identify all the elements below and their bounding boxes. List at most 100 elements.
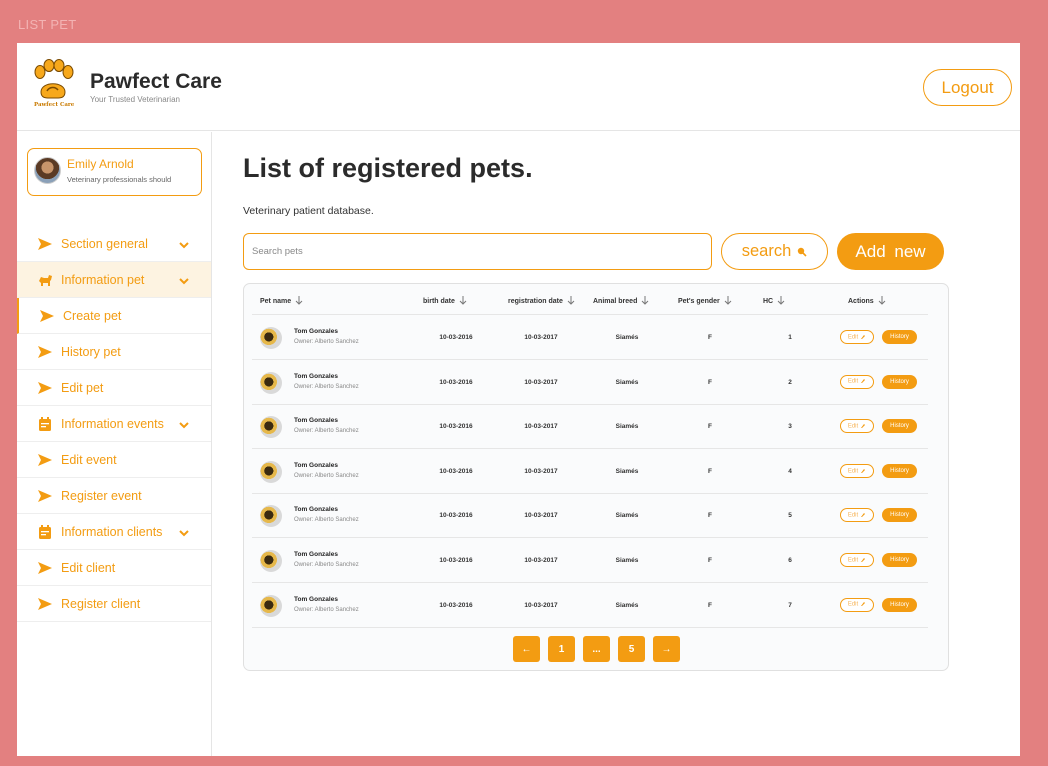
edit-label: Edit bbox=[847, 601, 859, 608]
column-header-label: registration date bbox=[508, 298, 563, 305]
birth-date-cell: 10-03-2016 bbox=[439, 334, 473, 341]
registration-date-cell: 10-03-2017 bbox=[524, 467, 558, 475]
top-header: Pawfect Care Pawfect Care Your Trusted V… bbox=[17, 43, 1020, 131]
history-button[interactable]: History bbox=[882, 508, 917, 523]
sidebar-item-label: Create pet bbox=[63, 309, 122, 323]
column-header-birth-date[interactable]: birth date bbox=[423, 296, 467, 307]
page-ellipsis[interactable]: ... bbox=[583, 636, 610, 662]
edit-button[interactable]: Edit bbox=[840, 508, 874, 523]
table-row[interactable]: Tom Gonzales Owner: Alberto Sanchez 10-03-… bbox=[252, 449, 928, 494]
history-button[interactable]: History bbox=[882, 597, 917, 612]
column-header-label: Actions bbox=[848, 298, 874, 305]
edit-button[interactable]: Edit bbox=[840, 553, 874, 567]
pencil-icon bbox=[858, 557, 866, 563]
sidebar-item-label: Edit client bbox=[61, 561, 116, 575]
table-row[interactable]: Tom Gonzales Owner: Alberto Sanchez 10-03-… bbox=[252, 493, 928, 539]
hc-cell: 4 bbox=[788, 467, 792, 475]
pet-name: Tom Gonzales bbox=[294, 461, 338, 469]
sidebar-item-edit-pet[interactable]: Edit pet bbox=[17, 370, 211, 406]
column-header-pet-name[interactable]: Pet name bbox=[260, 296, 303, 307]
logo-wordmark: Pawfect Care bbox=[34, 102, 75, 108]
history-button[interactable]: History bbox=[882, 330, 917, 344]
pet-owner: Owner: Alberto Sanchez bbox=[294, 383, 359, 390]
sidebar-item-information-clients[interactable]: Information clients bbox=[17, 514, 211, 550]
prev-page-button[interactable]: ← bbox=[513, 636, 540, 662]
page-title: List of registered pets. bbox=[243, 153, 533, 183]
history-button[interactable]: History bbox=[882, 463, 917, 478]
next-page-button[interactable]: → bbox=[653, 636, 680, 662]
pencil-icon bbox=[858, 468, 866, 474]
sort-arrow-icon bbox=[773, 296, 785, 307]
edit-button[interactable]: Edit bbox=[840, 597, 874, 612]
chevron-down-icon[interactable] bbox=[178, 274, 190, 286]
history-button[interactable]: History bbox=[882, 419, 917, 434]
sidebar: Emily Arnold Veterinary professionals sh… bbox=[17, 132, 212, 756]
frame-label: LIST PET bbox=[18, 17, 77, 32]
pet-name: Tom Gonzales bbox=[294, 595, 338, 603]
sidebar-item-section-general[interactable]: Section general bbox=[17, 226, 211, 262]
column-header-label: Animal breed bbox=[593, 298, 638, 305]
sidebar-item-edit-event[interactable]: Edit event bbox=[17, 442, 211, 478]
search-input[interactable] bbox=[243, 233, 712, 270]
edit-button[interactable]: Edit bbox=[840, 463, 874, 478]
gender-cell: F bbox=[708, 512, 712, 520]
table-row[interactable]: Tom Gonzales Owner: Alberto Sanchez 10-03-… bbox=[252, 583, 928, 628]
table-row[interactable]: Tom Gonzales Owner: Alberto Sanchez 10-03-… bbox=[252, 538, 928, 583]
birth-date-cell: 10-03-2016 bbox=[439, 467, 473, 475]
gender-cell: F bbox=[708, 601, 712, 609]
gender-cell: F bbox=[708, 378, 712, 386]
sidebar-item-history-pet[interactable]: History pet bbox=[17, 334, 211, 370]
sidebar-item-label: Edit event bbox=[61, 453, 117, 467]
page-5-button[interactable]: 5 bbox=[618, 636, 645, 662]
registration-date-cell: 10-03-2017 bbox=[524, 557, 558, 564]
chevron-down-icon[interactable] bbox=[178, 526, 190, 538]
pet-owner: Owner: Alberto Sanchez bbox=[294, 606, 359, 613]
chevron-down-icon[interactable] bbox=[178, 418, 190, 430]
pet-name: Tom Gonzales bbox=[294, 328, 338, 335]
breed-cell: Siamés bbox=[615, 601, 639, 609]
sidebar-item-edit-client[interactable]: Edit client bbox=[17, 550, 211, 586]
column-header-hc[interactable]: HC bbox=[763, 296, 785, 307]
column-header-registration-date[interactable]: registration date bbox=[508, 296, 575, 307]
table-row[interactable]: Tom Gonzales Owner: Alberto Sanchez 10-03-… bbox=[252, 315, 928, 360]
send-arrow-icon bbox=[37, 345, 53, 359]
chevron-down-icon[interactable] bbox=[178, 238, 190, 250]
profile-name: Emily Arnold bbox=[67, 157, 134, 171]
column-header-animal-breed[interactable]: Animal breed bbox=[593, 296, 649, 307]
edit-label: Edit bbox=[847, 423, 859, 430]
history-button[interactable]: History bbox=[882, 553, 917, 567]
send-arrow-icon bbox=[39, 309, 55, 323]
send-arrow-icon bbox=[37, 561, 53, 575]
pet-avatar bbox=[260, 594, 282, 617]
sidebar-item-register-event[interactable]: Register event bbox=[17, 478, 211, 514]
pet-owner: Owner: Alberto Sanchez bbox=[294, 517, 359, 524]
calendar-icon bbox=[37, 525, 53, 539]
add-new-button[interactable]: Add new bbox=[837, 233, 944, 270]
user-profile-card[interactable]: Emily Arnold Veterinary professionals sh… bbox=[27, 148, 202, 196]
gender-cell: F bbox=[708, 467, 712, 475]
brand-name: Pawfect Care bbox=[90, 70, 222, 93]
edit-button[interactable]: Edit bbox=[840, 330, 874, 344]
history-button[interactable]: History bbox=[882, 374, 917, 389]
column-header-actions[interactable]: Actions bbox=[848, 296, 886, 307]
dog-icon bbox=[37, 273, 53, 287]
table-row[interactable]: Tom Gonzales Owner: Alberto Sanchez 10-03-… bbox=[252, 404, 928, 450]
page-1-button[interactable]: 1 bbox=[548, 636, 575, 662]
column-header-pet-s-gender[interactable]: Pet's gender bbox=[678, 296, 732, 307]
table-row[interactable]: Tom Gonzales Owner: Alberto Sanchez 10-03-… bbox=[252, 360, 928, 405]
birth-date-cell: 10-03-2016 bbox=[439, 378, 473, 386]
sidebar-item-label: Information pet bbox=[61, 273, 145, 287]
sidebar-item-information-pet[interactable]: Information pet bbox=[17, 262, 211, 298]
search-button[interactable]: search bbox=[721, 233, 828, 270]
sidebar-item-create-pet[interactable]: Create pet bbox=[17, 298, 211, 334]
sidebar-item-register-client[interactable]: Register client bbox=[17, 586, 211, 622]
hc-cell: 7 bbox=[788, 601, 792, 609]
edit-button[interactable]: Edit bbox=[840, 419, 874, 434]
sort-arrow-icon bbox=[563, 296, 575, 307]
edit-button[interactable]: Edit bbox=[840, 374, 874, 389]
birth-date-cell: 10-03-2016 bbox=[439, 512, 473, 520]
breed-cell: Siamés bbox=[615, 512, 639, 520]
logout-button[interactable]: Logout bbox=[923, 69, 1012, 106]
sidebar-item-information-events[interactable]: Information events bbox=[17, 406, 211, 442]
send-arrow-icon bbox=[37, 489, 53, 503]
